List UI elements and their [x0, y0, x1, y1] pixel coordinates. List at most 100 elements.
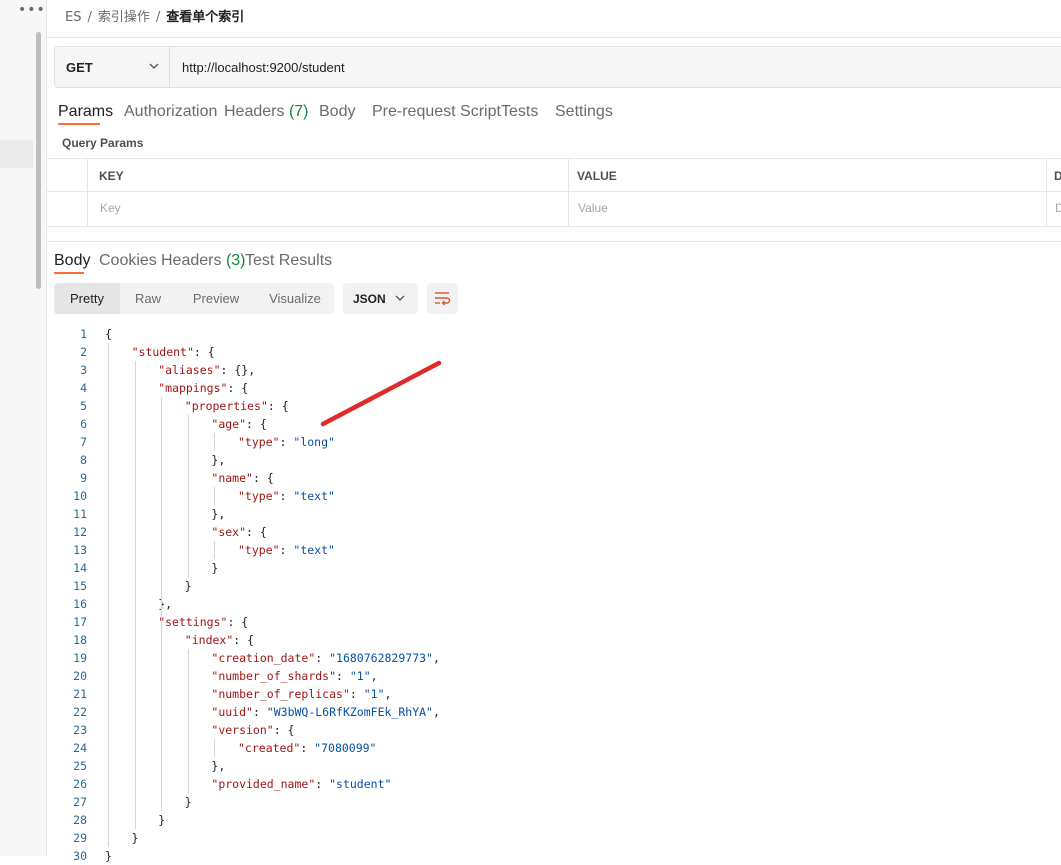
- sidebar-scrollbar[interactable]: [36, 32, 41, 289]
- query-params-title: Query Params: [62, 136, 144, 150]
- format-select[interactable]: JSON: [343, 283, 418, 314]
- tab-test-results[interactable]: Test Results: [245, 252, 332, 270]
- code-line: 26 "provided_name": "student": [47, 775, 1061, 793]
- url-bar: GET http://localhost:9200/student: [54, 46, 1061, 88]
- line-number: 5: [80, 399, 87, 413]
- json-string: "text": [293, 489, 335, 503]
- json-punctuation: : {: [252, 471, 274, 485]
- indent-guide: [187, 415, 189, 577]
- divider: [1046, 159, 1047, 226]
- json-punctuation: : {: [267, 399, 289, 413]
- code-line: 8},: [47, 451, 1061, 469]
- code-line: 20 "number_of_shards": "1",: [47, 667, 1061, 685]
- code-text: "settings": {: [158, 613, 248, 631]
- indent-guide: [187, 649, 189, 793]
- code-line: 28}: [47, 811, 1061, 829]
- json-key: "uuid": [211, 705, 253, 719]
- code-line: 30}: [47, 847, 1061, 865]
- code-text: "index": {: [185, 631, 254, 649]
- code-line: 1{: [47, 325, 1061, 343]
- wrap-lines-button[interactable]: [427, 283, 458, 314]
- active-tab-indicator: [54, 272, 84, 274]
- code-text: "name": {: [211, 469, 273, 487]
- indent-guide: [214, 487, 216, 505]
- tab-response-body[interactable]: Body: [54, 252, 90, 270]
- tab-settings[interactable]: Settings: [555, 103, 613, 121]
- json-key: "sex": [211, 525, 247, 539]
- tab-label: Test Results: [245, 252, 333, 269]
- json-punctuation: : {: [227, 615, 249, 629]
- tab-response-headers[interactable]: Headers (3): [161, 252, 246, 270]
- code-line: 18 "index": {: [47, 631, 1061, 649]
- view-raw-button[interactable]: Raw: [120, 283, 176, 314]
- json-key: "settings": [158, 615, 228, 629]
- json-punctuation: {: [105, 327, 112, 341]
- tab-headers[interactable]: Headers (7): [224, 103, 309, 121]
- tab-body[interactable]: Body: [319, 103, 355, 121]
- column-header-value: VALUE: [577, 169, 617, 183]
- json-key: "name": [211, 471, 253, 485]
- line-number: 1: [80, 327, 87, 341]
- tab-tests[interactable]: Tests: [501, 103, 538, 121]
- line-number: 4: [80, 381, 87, 395]
- line-number: 11: [73, 507, 87, 521]
- code-text: "number_of_replicas": "1",: [211, 685, 391, 703]
- json-punctuation: : {: [227, 381, 249, 395]
- line-number: 15: [73, 579, 87, 593]
- json-string: "1680762829773": [329, 651, 433, 665]
- response-body-editor[interactable]: 1{2 "student": {3 "aliases": {}, 4 "mappings…: [47, 325, 1061, 863]
- code-line: 21 "number_of_replicas": "1",: [47, 685, 1061, 703]
- json-punctuation: },: [211, 759, 226, 773]
- line-number: 9: [80, 471, 87, 485]
- more-icon[interactable]: •••: [18, 2, 46, 18]
- breadcrumb-root[interactable]: ES: [65, 10, 81, 25]
- json-punctuation: :: [336, 669, 350, 683]
- key-input[interactable]: Key: [100, 201, 121, 215]
- view-visualize-button[interactable]: Visualize: [256, 283, 334, 314]
- url-input[interactable]: http://localhost:9200/student: [182, 60, 345, 75]
- view-preview-button[interactable]: Preview: [176, 283, 256, 314]
- view-pretty-button[interactable]: Pretty: [54, 283, 120, 314]
- line-number: 6: [80, 417, 87, 431]
- json-punctuation: ,: [384, 687, 392, 701]
- sidebar-selected-item[interactable]: [0, 140, 33, 168]
- line-number: 23: [73, 723, 87, 737]
- value-input[interactable]: Value: [578, 201, 608, 215]
- line-number: 24: [73, 741, 87, 755]
- indent-guide: [108, 343, 109, 847]
- tab-count: (7): [288, 103, 309, 120]
- code-line: 5 "properties": {: [47, 397, 1061, 415]
- code-line: 6 "age": {: [47, 415, 1061, 433]
- code-text: }: [158, 811, 165, 829]
- breadcrumb-current[interactable]: 查看单个索引: [166, 10, 244, 25]
- active-tab-indicator: [58, 123, 100, 125]
- json-key: "provided_name": [211, 777, 316, 791]
- code-line: 9 "name": {: [47, 469, 1061, 487]
- tab-label: Headers: [224, 103, 285, 120]
- line-number: 12: [73, 525, 87, 539]
- json-key: "type": [238, 543, 280, 557]
- tab-pre-request-script[interactable]: Pre-request Script: [372, 103, 501, 121]
- tab-cookies[interactable]: Cookies: [99, 252, 157, 270]
- tab-authorization[interactable]: Authorization: [124, 103, 217, 121]
- code-line: 13 "type": "text": [47, 541, 1061, 559]
- description-input[interactable]: D: [1055, 201, 1061, 215]
- code-text: },: [211, 451, 225, 469]
- indent-guide: [214, 739, 216, 757]
- code-line: 22 "uuid": "W3bWQ-L6RfKZomFEk_RhYA",: [47, 703, 1061, 721]
- breadcrumb-folder[interactable]: 索引操作: [98, 10, 150, 25]
- json-punctuation: :: [315, 777, 330, 791]
- tab-label: Cookies: [99, 252, 157, 269]
- indent-guide: [161, 397, 163, 595]
- code-line: 14}: [47, 559, 1061, 577]
- line-number: 29: [73, 831, 87, 845]
- code-line: 17 "settings": {: [47, 613, 1061, 631]
- json-string: "W3bWQ-L6RfKZomFEk_RhYA": [266, 705, 433, 719]
- method-select[interactable]: GET: [55, 47, 170, 87]
- json-key: "created": [238, 741, 301, 755]
- line-number: 21: [73, 687, 87, 701]
- tab-params[interactable]: Params: [58, 103, 113, 121]
- line-number: 7: [80, 435, 87, 449]
- json-string: "1": [363, 687, 385, 701]
- line-number: 26: [73, 777, 87, 791]
